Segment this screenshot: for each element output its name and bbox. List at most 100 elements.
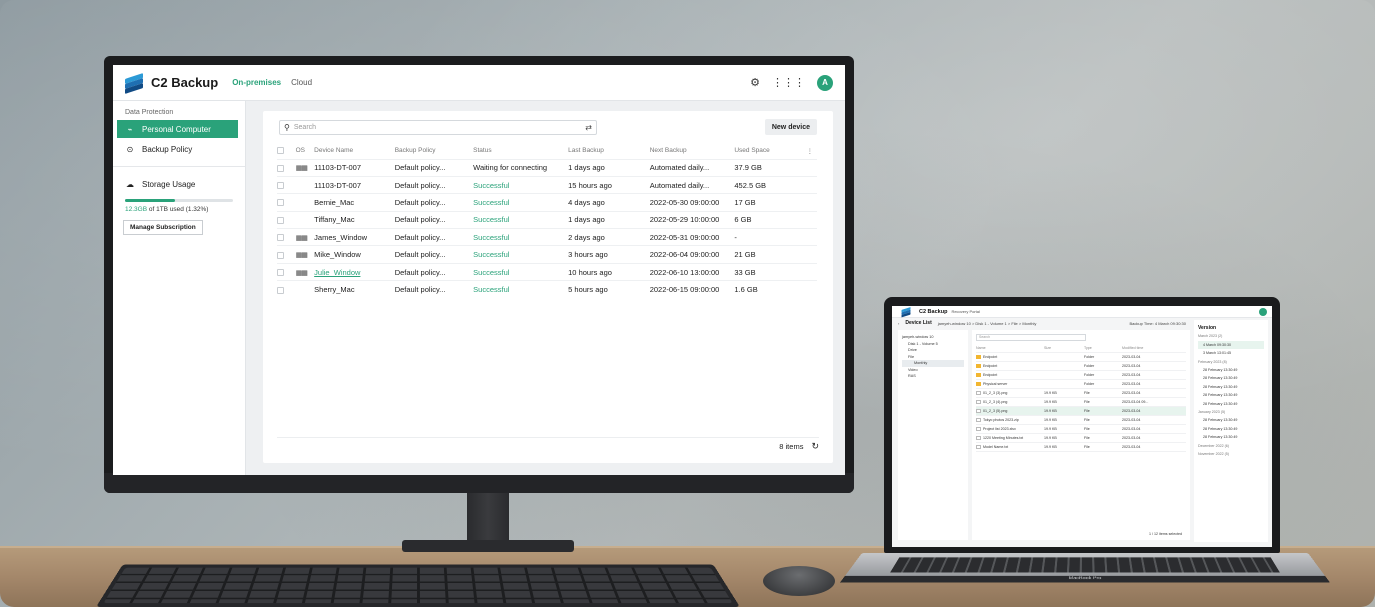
device-name[interactable]: Julie_Window bbox=[314, 268, 360, 277]
table-row[interactable]: ▦▦ Julie_Window Default policy... Successfu… bbox=[277, 262, 817, 281]
filter-icon[interactable]: ⇄ bbox=[585, 123, 592, 132]
device-settings-icon[interactable]: ⚙ bbox=[750, 76, 760, 89]
device-name[interactable]: Mike_Window bbox=[314, 250, 361, 259]
table-header-row: OS Device Name Backup Policy Status Last… bbox=[277, 143, 817, 159]
table-row[interactable]: 11103-DT-007 Default policy... Successful 1… bbox=[277, 175, 817, 194]
file-row[interactable]: 01_2_3 (3).png 19.9 KB File 2023-03-04 bbox=[976, 389, 1186, 398]
file-row[interactable]: Endpoint Folder 2023-03-04 bbox=[976, 353, 1186, 362]
header-select-all[interactable] bbox=[277, 143, 296, 159]
version-group[interactable]: November 2022 (5) bbox=[1198, 450, 1264, 458]
header-backup-policy[interactable]: Backup Policy bbox=[395, 143, 473, 159]
header-last-backup[interactable]: Last Backup bbox=[568, 143, 650, 159]
file-row[interactable]: Endpoint Folder 2023-03-04 bbox=[976, 362, 1186, 371]
version-item[interactable]: 28 February 13:30:49 bbox=[1198, 416, 1264, 424]
device-name-cell[interactable]: Bernie_Mac bbox=[314, 193, 395, 212]
device-name[interactable]: 11103-DT-007 bbox=[314, 163, 361, 172]
row-select-cell[interactable] bbox=[277, 210, 296, 229]
device-name[interactable]: Tiffany_Mac bbox=[314, 215, 354, 224]
row-more-cell bbox=[806, 193, 817, 212]
version-item[interactable]: 28 February 13:30:49 bbox=[1198, 374, 1264, 382]
row-select-cell[interactable] bbox=[277, 280, 296, 299]
file-name: Model Name.txt bbox=[983, 444, 1009, 449]
file-row[interactable]: Endpoint Folder 2023-03-04 bbox=[976, 371, 1186, 380]
header-os[interactable]: OS bbox=[296, 143, 315, 159]
device-name[interactable]: James_Window bbox=[314, 233, 367, 242]
next-backup-cell: 2022-06-04 09:00:00 bbox=[649, 245, 735, 264]
device-name-cell[interactable]: Sherry_Mac bbox=[314, 280, 395, 299]
row-checkbox[interactable] bbox=[277, 164, 284, 172]
version-group[interactable]: December 2022 (6) bbox=[1198, 442, 1264, 450]
sidebar-item-backup-policy[interactable]: ⊙ Backup Policy bbox=[113, 140, 245, 158]
device-name[interactable]: 11103-DT-007 bbox=[314, 181, 361, 190]
version-item[interactable]: 28 February 13:30:49 bbox=[1198, 400, 1264, 408]
new-device-button[interactable]: New device bbox=[764, 119, 817, 135]
device-name-cell[interactable]: 11103-DT-007 bbox=[314, 158, 395, 177]
row-select-cell[interactable] bbox=[277, 175, 296, 194]
device-name[interactable]: Sherry_Mac bbox=[314, 285, 354, 294]
row-select-cell[interactable] bbox=[277, 262, 296, 281]
table-row[interactable]: Bernie_Mac Default policy... Successful 4 d… bbox=[277, 193, 817, 212]
device-list-link[interactable]: Device List bbox=[905, 320, 931, 326]
row-checkbox[interactable] bbox=[277, 251, 284, 259]
row-select-cell[interactable] bbox=[277, 245, 296, 264]
sidebar-item-personal-computer[interactable]: ⌁ Personal Computer bbox=[117, 120, 238, 138]
row-select-cell[interactable] bbox=[277, 228, 296, 246]
file-row[interactable]: 1220 Meeting Minutes.txt 19.9 KB File 2023-… bbox=[976, 434, 1186, 443]
version-item[interactable]: 28 February 13:30:49 bbox=[1198, 391, 1264, 399]
header-used-space[interactable]: Used Space bbox=[734, 143, 806, 159]
avatar[interactable] bbox=[1259, 307, 1267, 316]
search-input[interactable]: Search bbox=[976, 334, 1086, 341]
row-checkbox[interactable] bbox=[277, 216, 284, 224]
version-item[interactable]: 3 March 13:01:45 bbox=[1198, 349, 1264, 357]
header-next-backup[interactable]: Next Backup bbox=[650, 143, 735, 159]
next-backup-cell: 2022-06-15 09:00:00 bbox=[649, 280, 735, 299]
refresh-icon[interactable]: ↻ bbox=[811, 441, 819, 452]
file-row[interactable]: 01_2_3 (4).png 19.9 KB File 2023-03-04 09..… bbox=[976, 398, 1186, 407]
device-name-cell[interactable]: Julie_Window bbox=[314, 262, 395, 281]
select-all-checkbox[interactable] bbox=[277, 147, 284, 155]
device-name[interactable]: Bernie_Mac bbox=[314, 198, 354, 207]
row-checkbox[interactable] bbox=[277, 199, 284, 207]
file-row[interactable]: Tokyo photos 2023.zip 19.9 KB File 2023-03-… bbox=[976, 416, 1186, 425]
version-group[interactable]: March 2023 (2) bbox=[1198, 332, 1264, 340]
device-name-cell[interactable]: James_Window bbox=[314, 228, 395, 246]
device-name-cell[interactable]: Tiffany_Mac bbox=[314, 210, 395, 229]
row-checkbox[interactable] bbox=[277, 286, 284, 294]
back-chevron-icon[interactable]: ‹ bbox=[898, 321, 899, 326]
row-select-cell[interactable] bbox=[277, 193, 296, 212]
table-row[interactable]: ▦▦ Mike_Window Default policy... Successful… bbox=[277, 245, 817, 264]
manage-subscription-button[interactable]: Manage Subscription bbox=[123, 220, 203, 235]
search-input[interactable]: ⚲ Search ⇄ bbox=[279, 120, 597, 135]
device-name-cell[interactable]: 11103-DT-007 bbox=[314, 175, 395, 194]
version-item[interactable]: 28 February 13:30:49 bbox=[1198, 425, 1264, 433]
header-device-name[interactable]: Device Name bbox=[314, 143, 395, 159]
file-row[interactable]: Physical server Folder 2023-03-04 bbox=[976, 380, 1186, 389]
table-row[interactable]: ▦▦ 11103-DT-007 Default policy... Waiting f… bbox=[277, 158, 817, 177]
tree-item[interactable]: RAS bbox=[902, 373, 964, 380]
table-row[interactable]: ▦▦ James_Window Default policy... Successfu… bbox=[277, 228, 817, 246]
version-item[interactable]: 28 February 13:30:49 bbox=[1198, 383, 1264, 391]
file-row[interactable]: Model Name.txt 19.9 KB File 2023-03-04 bbox=[976, 443, 1186, 452]
version-item[interactable]: 28 February 13:30:49 bbox=[1198, 433, 1264, 441]
header-more[interactable]: ⋮ bbox=[807, 143, 817, 159]
keyboard bbox=[96, 564, 740, 607]
tab-on-premises[interactable]: On-premises bbox=[232, 78, 281, 87]
avatar[interactable]: A bbox=[817, 74, 833, 91]
table-row[interactable]: Tiffany_Mac Default policy... Successful 1 … bbox=[277, 210, 817, 229]
version-item[interactable]: 4 March 09:30:30 bbox=[1198, 340, 1264, 350]
header-status[interactable]: Status bbox=[473, 143, 568, 159]
version-item[interactable]: 28 February 13:30:49 bbox=[1198, 366, 1264, 374]
row-checkbox[interactable] bbox=[277, 182, 284, 190]
version-group[interactable]: February 2023 (8) bbox=[1198, 358, 1264, 366]
sidebar-divider bbox=[113, 166, 245, 167]
row-select-cell[interactable] bbox=[277, 158, 296, 177]
file-row[interactable]: 01_2_3 (5).png 19.9 KB File 2023-03-04 bbox=[976, 407, 1186, 416]
version-group[interactable]: January 2023 (5) bbox=[1198, 408, 1264, 416]
table-row[interactable]: Sherry_Mac Default policy... Successful 5 h… bbox=[277, 280, 817, 299]
device-name-cell[interactable]: Mike_Window bbox=[314, 245, 395, 264]
row-checkbox[interactable] bbox=[277, 234, 284, 242]
tab-cloud[interactable]: Cloud bbox=[291, 78, 312, 87]
app-grid-icon[interactable]: ⋮⋮⋮ bbox=[772, 76, 805, 89]
row-checkbox[interactable] bbox=[277, 269, 284, 277]
file-row[interactable]: Project list 2023.xlsx 19.9 KB File 2023-03… bbox=[976, 425, 1186, 434]
